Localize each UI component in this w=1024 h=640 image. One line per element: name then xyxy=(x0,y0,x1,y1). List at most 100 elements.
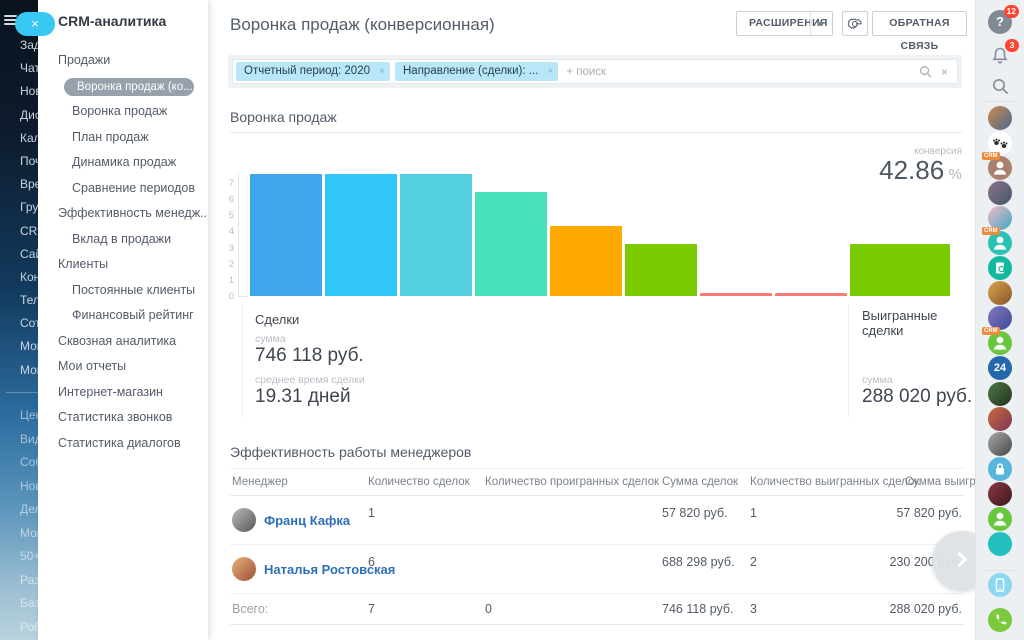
left-rail-item[interactable]: Конт xyxy=(20,266,38,289)
filter-chip-direction[interactable]: Направление (сделки): ... × xyxy=(395,62,558,81)
call-button[interactable] xyxy=(988,608,1012,632)
avatar-photo-8[interactable] xyxy=(988,432,1012,456)
funnel-bar[interactable] xyxy=(475,192,547,296)
avatar-photo-4[interactable] xyxy=(988,281,1012,305)
sidebar-item[interactable]: Воронка продаж xyxy=(38,99,208,125)
close-icon[interactable]: × xyxy=(547,62,553,81)
sidebar-item[interactable]: Сквозная аналитика xyxy=(38,329,208,355)
sidebar-item[interactable]: Вклад в продажи xyxy=(38,227,208,253)
left-rail-item[interactable]: Теле xyxy=(20,289,38,312)
left-rail-item[interactable]: Мои xyxy=(20,335,38,358)
avatar-doc-search[interactable] xyxy=(988,256,1012,280)
left-rail-item[interactable]: Почт xyxy=(20,150,38,173)
left-rail-item[interactable]: Собр xyxy=(20,451,38,475)
manager-link[interactable]: Франц Кафка xyxy=(264,513,350,528)
table-column-header[interactable]: Сумма выигранных сделок xyxy=(905,476,975,488)
sidebar-item[interactable]: Динамика продаж xyxy=(38,150,208,176)
left-rail-item[interactable]: Врем xyxy=(20,173,38,196)
avatar-person-teal[interactable]: CRM xyxy=(988,231,1012,255)
left-rail-item[interactable]: Зада xyxy=(20,34,38,57)
sidebar-item[interactable]: Постоянные клиенты xyxy=(38,278,208,304)
telephony-button[interactable] xyxy=(988,573,1012,597)
table-column-header[interactable]: Сумма сделок xyxy=(662,476,738,488)
funnel-bar[interactable] xyxy=(850,244,950,296)
table-cell: 0 xyxy=(485,602,492,616)
left-rail-item[interactable]: Цент xyxy=(20,404,38,428)
close-icon[interactable]: × xyxy=(379,62,385,81)
funnel-bar[interactable] xyxy=(400,174,472,296)
extensions-button[interactable]: РАСШИРЕНИЯ xyxy=(736,11,833,36)
help-button[interactable]: ?12 xyxy=(988,10,1012,34)
table-column-header[interactable]: Количество выигранных сделок xyxy=(750,476,919,488)
settings-button[interactable] xyxy=(842,11,868,36)
page-title: Воронка продаж (конверсионная) xyxy=(230,15,495,35)
sidebar-title: CRM-аналитика xyxy=(58,13,166,29)
funnel-bar[interactable] xyxy=(550,226,622,296)
notifications-button[interactable]: 3 xyxy=(988,44,1012,68)
avatar-photo-9[interactable] xyxy=(988,482,1012,506)
sidebar-item[interactable]: Статистика звонков xyxy=(38,405,208,431)
left-rail-item[interactable]: Диск xyxy=(20,104,38,127)
left-rail-item[interactable]: Робо xyxy=(20,616,38,640)
close-panel-button[interactable]: × xyxy=(15,12,55,36)
avatar-teal-partial[interactable] xyxy=(988,532,1012,556)
won-deals-title: Выигранные сделки xyxy=(862,308,957,338)
left-rail-item[interactable]: Нов xyxy=(20,80,38,103)
manager-link[interactable]: Наталья Ростовская xyxy=(264,562,395,577)
feedback-button[interactable]: ОБРАТНАЯ СВЯЗЬ xyxy=(872,11,967,36)
sidebar-item[interactable]: Эффективность менедж... xyxy=(38,201,208,227)
sidebar-item[interactable]: Продажи xyxy=(38,48,208,74)
left-rail-item[interactable]: Груп xyxy=(20,196,38,219)
left-rail-item[interactable]: Мой xyxy=(20,359,38,382)
sidebar-item[interactable]: Статистика диалогов xyxy=(38,431,208,457)
sidebar-item[interactable]: План продаж xyxy=(38,125,208,151)
left-rail-item[interactable]: Сотр xyxy=(20,312,38,335)
funnel-bar[interactable] xyxy=(775,293,847,296)
left-rail-item[interactable]: Мои xyxy=(20,522,38,546)
left-rail-item[interactable]: База xyxy=(20,592,38,616)
left-rail-item[interactable]: Сайт xyxy=(20,243,38,266)
sidebar-item[interactable]: Интернет-магазин xyxy=(38,380,208,406)
left-rail-item[interactable]: Дела xyxy=(20,498,38,522)
funnel-bar[interactable] xyxy=(625,244,697,296)
clear-search-icon[interactable]: × xyxy=(941,66,948,78)
avatar-photo-6[interactable] xyxy=(988,382,1012,406)
left-rail-item[interactable]: 50+ xyxy=(20,545,38,569)
avatar-photo-7[interactable] xyxy=(988,407,1012,431)
avatar-person-brown[interactable]: CRM xyxy=(988,156,1012,180)
y-axis-tick-label: 5 xyxy=(212,210,234,221)
sidebar-item[interactable]: Сравнение периодов xyxy=(38,176,208,202)
sidebar-item[interactable]: Клиенты xyxy=(38,252,208,278)
table-column-header[interactable]: Количество сделок xyxy=(368,476,470,488)
notification-badge: 3 xyxy=(1005,39,1019,52)
avatar-person-green-2[interactable] xyxy=(988,507,1012,531)
search-button[interactable] xyxy=(988,74,1012,98)
funnel-bar[interactable] xyxy=(325,174,397,296)
left-rail-item[interactable]: Чат xyxy=(20,57,38,80)
funnel-bar[interactable] xyxy=(700,293,772,296)
table-column-header[interactable]: Количество проигранных сделок xyxy=(485,476,659,488)
avatar-lock[interactable] xyxy=(988,457,1012,481)
table-column-header[interactable]: Менеджер xyxy=(232,476,288,488)
left-rail-item[interactable]: Разр xyxy=(20,569,38,593)
left-rail-item[interactable]: Нов xyxy=(20,475,38,499)
filter-bar: Отчетный период: 2020 × Направление (сде… xyxy=(228,55,962,88)
avatar-photo-1[interactable] xyxy=(988,106,1012,130)
filter-chip-period[interactable]: Отчетный период: 2020 × xyxy=(236,62,390,81)
left-rail-item[interactable]: Вид xyxy=(20,428,38,452)
app-window: ЗадаЧатНовДискКалеПочтВремГрупCRMСайтКон… xyxy=(0,0,1024,640)
left-rail-item[interactable]: CRM xyxy=(20,220,38,243)
sidebar-item[interactable]: Мои отчеты xyxy=(38,354,208,380)
avatar-photo-2[interactable] xyxy=(988,181,1012,205)
search-input[interactable]: Отчетный период: 2020 × Направление (сде… xyxy=(232,59,958,84)
search-icon[interactable] xyxy=(919,65,932,78)
main-content: Воронка продаж (конверсионная) РАСШИРЕНИ… xyxy=(208,0,975,640)
sidebar-item[interactable]: Воронка продаж (ко... xyxy=(38,74,208,100)
avatar-person-green[interactable]: CRM xyxy=(988,331,1012,355)
funnel-bar[interactable] xyxy=(250,174,322,296)
bitrix24-logo[interactable]: 24 xyxy=(988,356,1012,380)
left-rail-item[interactable]: Кале xyxy=(20,127,38,150)
sidebar-item[interactable]: Финансовый рейтинг xyxy=(38,303,208,329)
y-axis-tick-label: 0 xyxy=(212,291,234,302)
extensions-dropdown-button[interactable] xyxy=(810,12,832,35)
